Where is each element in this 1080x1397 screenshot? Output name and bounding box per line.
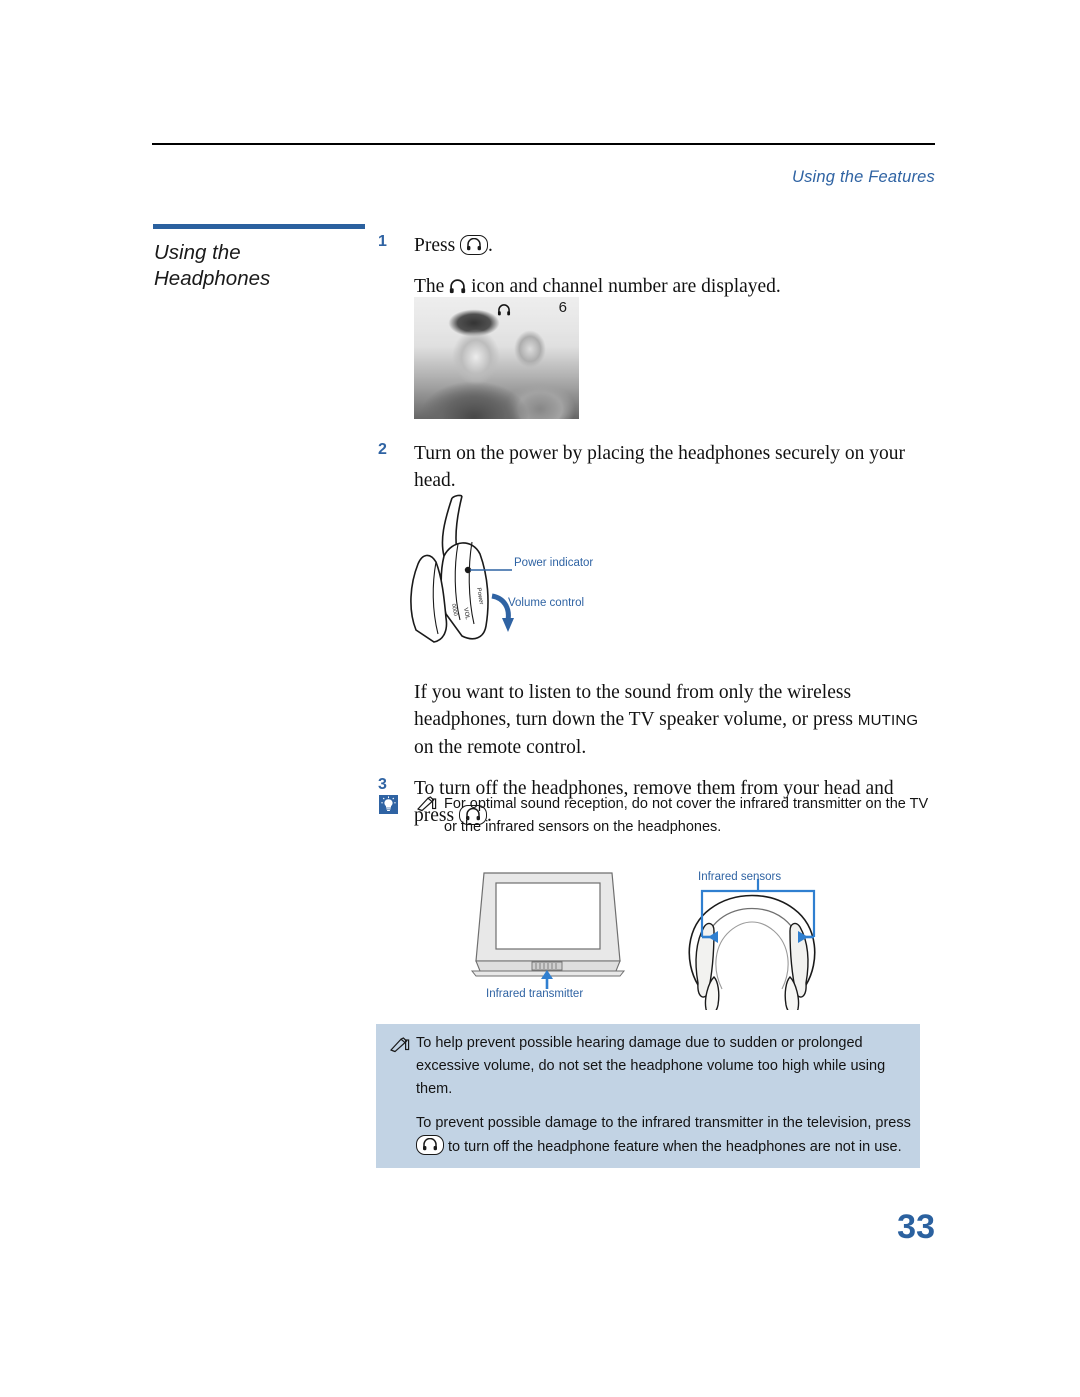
infrared-figure: Infrared transmitter Infrared sensors [470, 865, 870, 1015]
headphone-key-icon [460, 235, 489, 255]
note-pencil-icon [417, 796, 437, 812]
warning-paragraph-1: To help prevent possible hearing damage … [416, 1035, 886, 1097]
infrared-sensors-label: Infrared sensors [698, 871, 782, 883]
step-3-number: 3 [378, 776, 387, 793]
headphone-glyph [423, 1138, 437, 1151]
volume-control-label: Volume control [508, 597, 585, 609]
header-rule [152, 143, 935, 145]
warning-paragraph-2: To prevent possible damage to the infrar… [416, 1112, 916, 1159]
volume-control-arrow [491, 593, 511, 621]
headphones-front-view [688, 894, 816, 1015]
power-indicator-label: Power indicator [514, 557, 594, 569]
step-2-text: Turn on the power by placing the headpho… [414, 443, 906, 491]
lightbulb-glyph [379, 795, 398, 814]
tv-channel-number: 6 [558, 299, 567, 316]
tv-screen [495, 882, 601, 950]
infrared-transmitter-window [531, 961, 563, 971]
tip-note-row: For optimal sound reception, do not cove… [378, 793, 938, 839]
warning-paragraph-2-before: To prevent possible damage to the infrar… [416, 1115, 911, 1131]
headphone-side-view-diagram: Power VOL 0000 Power indicator Volume co… [400, 492, 660, 652]
note-pencil-icon [390, 1037, 410, 1053]
wireless-paragraph: If you want to listen to the sound from … [378, 679, 938, 761]
lightbulb-tip-icon [379, 795, 398, 814]
step-1-result: The icon and channel number are displaye… [378, 273, 938, 300]
infrared-transmitter-label: Infrared transmitter [486, 988, 584, 1000]
step-1-result-after: icon and channel number are displayed. [471, 276, 781, 297]
wireless-paragraph-part1: If you want to listen to the sound from … [414, 682, 858, 730]
section-title-line-2: Headphones [154, 267, 271, 290]
headphone-icon [497, 304, 511, 316]
headphone-key-icon [416, 1135, 444, 1155]
step-2-number: 2 [378, 441, 387, 458]
step-1-text-after: . [488, 235, 493, 256]
step-1-result-before: The [414, 276, 445, 297]
step-1: 1 Press . [378, 232, 938, 259]
step-1-text: Press . [414, 235, 493, 256]
headphone-glyph [467, 238, 482, 251]
step-1-number: 1 [378, 233, 387, 250]
tv-screen-figure: 6 [414, 297, 579, 419]
step-2: 2 Turn on the power by placing the headp… [378, 440, 938, 494]
warning-box: To help prevent possible hearing damage … [376, 1024, 920, 1168]
running-head: Using the Features [791, 168, 935, 186]
section-title-line-1: Using the [154, 241, 241, 264]
page-number: 33 [897, 1208, 935, 1246]
muting-keyword: MUTING [857, 712, 919, 729]
tip-note-text: For optimal sound reception, do not cove… [444, 796, 929, 835]
warning-paragraph-2-after: to turn off the headphone feature when t… [448, 1139, 902, 1155]
section-title: Using the Headphones [154, 240, 369, 292]
headphone-side-view-drawing: Power VOL 0000 [410, 494, 514, 643]
step-1-text-before: Press [414, 235, 456, 256]
wireless-paragraph-part2: on the remote control. [414, 737, 587, 758]
section-title-rule [153, 224, 365, 229]
headphone-icon [450, 279, 466, 294]
